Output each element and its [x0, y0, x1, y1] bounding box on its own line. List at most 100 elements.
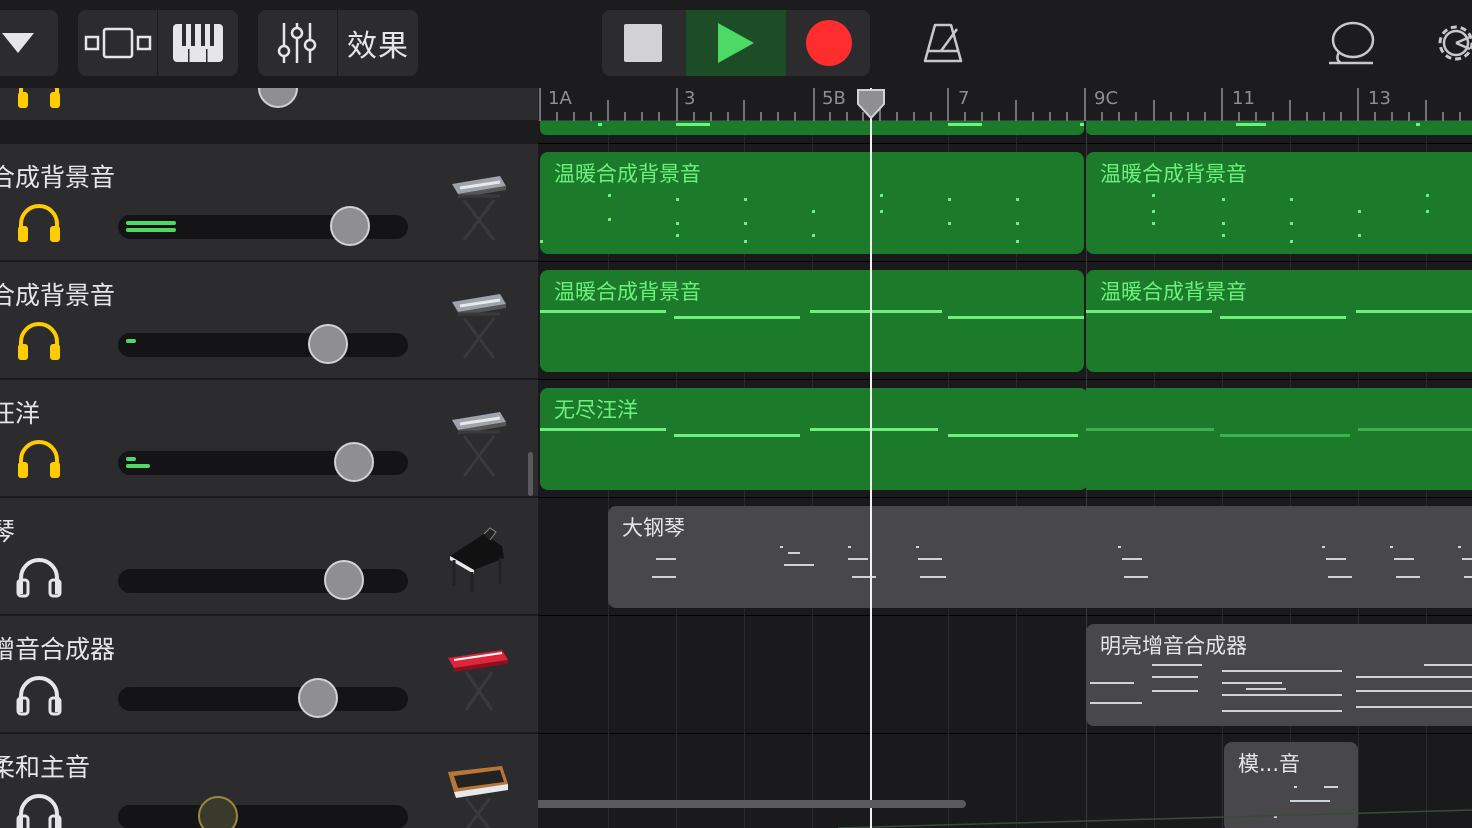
tracks-view-icon	[84, 27, 152, 59]
region-label: 明亮增音合成器	[1100, 634, 1247, 658]
record-icon	[806, 20, 852, 66]
ruler-marker: 9C	[1094, 88, 1119, 109]
volume-knob[interactable]	[334, 442, 374, 482]
stop-button[interactable]	[602, 10, 684, 76]
track-name: 合成背景音	[0, 163, 116, 192]
region[interactable]	[1086, 121, 1472, 135]
level-meter	[126, 457, 136, 461]
lasso-icon	[1329, 21, 1375, 65]
metronome-button[interactable]	[910, 10, 976, 76]
track-header[interactable]: 汪洋	[0, 380, 538, 497]
level-meter	[126, 228, 176, 232]
record-button[interactable]	[788, 10, 870, 76]
headphones-icon[interactable]	[14, 318, 64, 362]
track-header[interactable]: 柔和主音	[0, 734, 538, 828]
region-label: 模...音	[1238, 752, 1301, 776]
region[interactable]: 温暖合成背景音	[540, 152, 1084, 254]
playhead-line	[870, 88, 872, 828]
region-label: 大钢琴	[622, 516, 685, 540]
region-label: 温暖合成背景音	[1100, 280, 1247, 304]
play-button[interactable]	[686, 10, 786, 76]
metronome-icon	[923, 23, 963, 63]
region[interactable]: 温暖合成背景音	[1086, 152, 1472, 254]
track-name: 增音合成器	[0, 635, 116, 664]
ruler-marker: 11	[1232, 88, 1255, 109]
region-label: 温暖合成背景音	[554, 280, 701, 304]
track-header[interactable]	[0, 88, 538, 121]
volume-slider[interactable]	[118, 805, 408, 828]
ruler-ticks	[539, 88, 1461, 121]
fx-label: 效果	[347, 29, 409, 64]
volume-knob[interactable]	[198, 796, 238, 828]
volume-knob[interactable]	[324, 560, 364, 600]
track-name: 汪洋	[0, 399, 41, 428]
settings-button[interactable]	[1426, 10, 1472, 76]
volume-knob[interactable]	[330, 206, 370, 246]
level-meter	[126, 464, 150, 468]
keyboard-button[interactable]	[158, 10, 238, 76]
level-meter	[126, 221, 176, 225]
track-headers: 合成背景音 合成背景音 汪洋 琴 增音合成器 柔和主音	[0, 88, 538, 828]
mixer-controls: 效果	[258, 10, 418, 76]
keyboard-stand-icon	[452, 176, 506, 241]
region[interactable]: 大钢琴	[608, 506, 1472, 608]
piano-keys-icon	[173, 24, 223, 62]
track-name: 柔和主音	[0, 753, 91, 782]
region[interactable]: 模...音	[1224, 742, 1358, 828]
track-name: 合成背景音	[0, 281, 116, 310]
track-menu-button[interactable]	[0, 10, 58, 76]
volume-slider[interactable]	[118, 569, 408, 593]
region[interactable]: 明亮增音合成器	[1086, 624, 1472, 726]
region-label: 无尽汪洋	[554, 398, 638, 422]
gear-icon	[1438, 25, 1472, 61]
ruler-marker: 3	[684, 88, 696, 109]
arrange-area[interactable]: 1A 3 5B 7 9C 11 13 温暖合成背景音 温暖合成背景音 温暖合成背…	[538, 88, 1472, 828]
volume-knob[interactable]	[258, 88, 298, 108]
volume-knob[interactable]	[308, 324, 348, 364]
tracks-view-button[interactable]	[78, 10, 156, 76]
headphones-icon[interactable]	[14, 554, 64, 598]
volume-knob[interactable]	[298, 678, 338, 718]
region[interactable]	[540, 121, 1084, 135]
track-header[interactable]: 琴	[0, 498, 538, 615]
region-label: 温暖合成背景音	[1100, 162, 1247, 186]
level-meter	[126, 339, 136, 343]
track-header[interactable]: 增音合成器	[0, 616, 538, 733]
stop-icon	[624, 24, 662, 62]
volume-slider[interactable]	[118, 687, 408, 711]
timeline-ruler[interactable]: 1A 3 5B 7 9C 11 13	[538, 88, 1472, 121]
toolbar: 效果	[0, 0, 1472, 88]
view-controls	[78, 10, 238, 76]
analog-synth-icon	[448, 766, 508, 828]
track-header[interactable]: 合成背景音	[0, 144, 538, 261]
triangle-down-icon	[2, 33, 34, 53]
track-name: 琴	[0, 517, 16, 546]
headphones-icon[interactable]	[14, 200, 64, 244]
region-label: 温暖合成背景音	[554, 162, 701, 186]
transport	[602, 10, 870, 76]
region[interactable]	[1086, 388, 1472, 490]
keyboard-stand-icon	[452, 412, 506, 477]
region[interactable]: 温暖合成背景音	[540, 270, 1084, 372]
play-icon	[718, 23, 754, 63]
region[interactable]: 无尽汪洋	[540, 388, 1088, 490]
ruler-marker: 13	[1368, 88, 1391, 109]
track-header[interactable]: 合成背景音	[0, 262, 538, 379]
keyboard-stand-icon	[452, 294, 506, 359]
playhead-handle-icon[interactable]	[856, 88, 886, 120]
volume-slider[interactable]	[118, 333, 408, 357]
headphones-icon[interactable]	[14, 790, 64, 828]
track-list-scrollbar[interactable]	[528, 452, 533, 496]
horizontal-scrollbar[interactable]	[538, 800, 966, 808]
headphones-icon[interactable]	[14, 88, 64, 110]
ruler-marker: 7	[958, 88, 970, 109]
loop-browser-button[interactable]	[1318, 10, 1384, 76]
fx-button[interactable]: 效果	[338, 10, 418, 76]
red-synth-icon	[448, 650, 508, 711]
mixer-button[interactable]	[258, 10, 336, 76]
grand-piano-icon	[450, 527, 504, 592]
ruler-marker: 1A	[548, 88, 572, 109]
headphones-icon[interactable]	[14, 672, 64, 716]
region[interactable]: 温暖合成背景音	[1086, 270, 1472, 372]
headphones-icon[interactable]	[14, 436, 64, 480]
